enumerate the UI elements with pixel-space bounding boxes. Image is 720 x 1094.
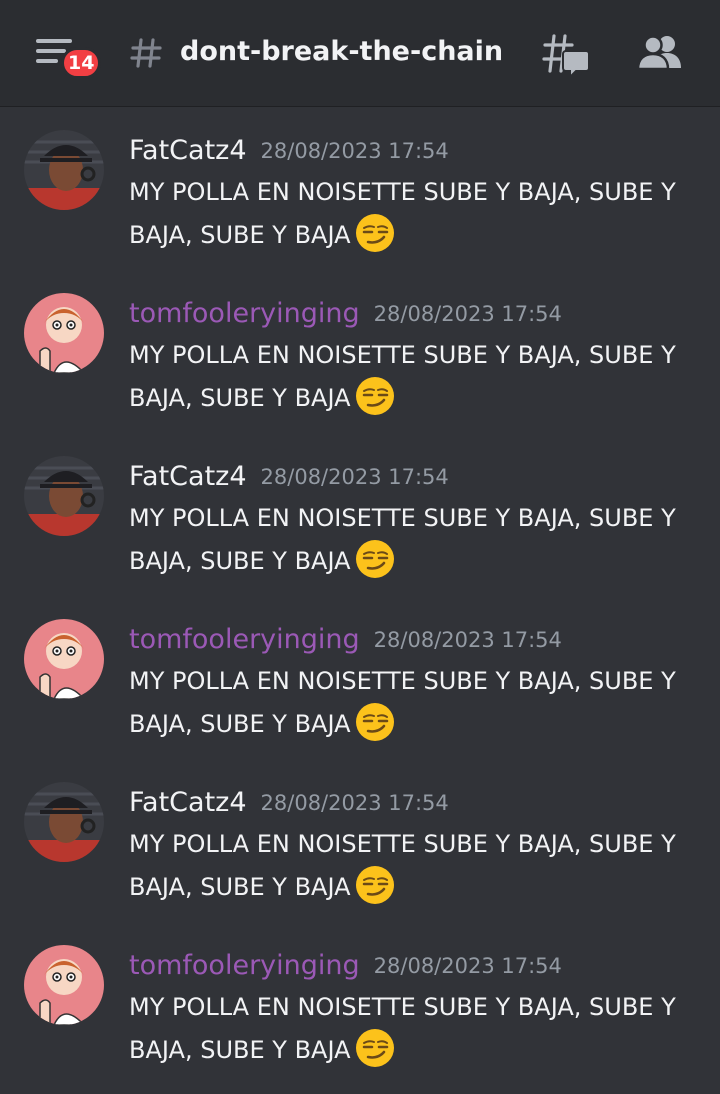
message-text: MY POLLA EN NOISETTE SUBE Y BAJA, SUBE Y… [129, 341, 676, 412]
username[interactable]: tomfooleryinging [129, 624, 360, 655]
timestamp: 28/08/2023 17:54 [260, 791, 449, 815]
message-text: MY POLLA EN NOISETTE SUBE Y BAJA, SUBE Y… [129, 993, 676, 1064]
message[interactable]: tomfooleryinging 28/08/2023 17:54 MY POLL… [0, 596, 720, 759]
username[interactable]: FatCatz4 [129, 135, 247, 166]
timestamp: 28/08/2023 17:54 [373, 954, 562, 978]
username[interactable]: tomfooleryinging [129, 950, 360, 981]
avatar[interactable] [24, 945, 104, 1025]
message-content: MY POLLA EN NOISETTE SUBE Y BAJA, SUBE Y… [129, 172, 704, 256]
message-text: MY POLLA EN NOISETTE SUBE Y BAJA, SUBE Y… [129, 178, 676, 249]
timestamp: 28/08/2023 17:54 [373, 302, 562, 326]
message-content: MY POLLA EN NOISETTE SUBE Y BAJA, SUBE Y… [129, 498, 704, 582]
message-content: MY POLLA EN NOISETTE SUBE Y BAJA, SUBE Y… [129, 661, 704, 745]
message-text: MY POLLA EN NOISETTE SUBE Y BAJA, SUBE Y… [129, 667, 676, 738]
username[interactable]: FatCatz4 [129, 461, 247, 492]
avatar[interactable] [24, 293, 104, 373]
username[interactable]: tomfooleryinging [129, 298, 360, 329]
avatar[interactable] [24, 456, 104, 536]
channel-name[interactable]: dont-break-the-chain [180, 36, 503, 72]
message-text: MY POLLA EN NOISETTE SUBE Y BAJA, SUBE Y… [129, 830, 676, 901]
avatar[interactable] [24, 619, 104, 699]
menu-button[interactable]: 14 [34, 36, 102, 82]
avatar[interactable] [24, 782, 104, 862]
smirking-face-emoji [355, 703, 394, 741]
unread-badge: 14 [61, 47, 102, 79]
message[interactable]: FatCatz4 28/08/2023 17:54 MY POLLA EN NOI… [0, 433, 720, 596]
avatar[interactable] [24, 130, 104, 210]
message-list: FatCatz4 28/08/2023 17:54 MY POLLA EN NOI… [0, 107, 720, 1085]
message-content: MY POLLA EN NOISETTE SUBE Y BAJA, SUBE Y… [129, 824, 704, 908]
message-text: MY POLLA EN NOISETTE SUBE Y BAJA, SUBE Y… [129, 504, 676, 575]
message[interactable]: FatCatz4 28/08/2023 17:54 MY POLLA EN NOI… [0, 759, 720, 922]
hash-icon [130, 38, 162, 68]
timestamp: 28/08/2023 17:54 [260, 465, 449, 489]
smirking-face-emoji [355, 214, 394, 252]
channel-header: 14 dont-break-the-chain [0, 0, 720, 107]
message[interactable]: FatCatz4 28/08/2023 17:54 MY POLLA EN NOI… [0, 107, 720, 270]
smirking-face-emoji [355, 540, 394, 578]
message[interactable]: tomfooleryinging 28/08/2023 17:54 MY POLL… [0, 270, 720, 433]
timestamp: 28/08/2023 17:54 [260, 139, 449, 163]
smirking-face-emoji [355, 1029, 394, 1067]
message-content: MY POLLA EN NOISETTE SUBE Y BAJA, SUBE Y… [129, 335, 704, 419]
smirking-face-emoji [355, 866, 394, 904]
threads-icon[interactable] [542, 33, 590, 77]
username[interactable]: FatCatz4 [129, 787, 247, 818]
timestamp: 28/08/2023 17:54 [373, 628, 562, 652]
message-content: MY POLLA EN NOISETTE SUBE Y BAJA, SUBE Y… [129, 987, 704, 1071]
message[interactable]: tomfooleryinging 28/08/2023 17:54 MY POLL… [0, 922, 720, 1085]
smirking-face-emoji [355, 377, 394, 415]
members-icon[interactable] [637, 34, 683, 70]
